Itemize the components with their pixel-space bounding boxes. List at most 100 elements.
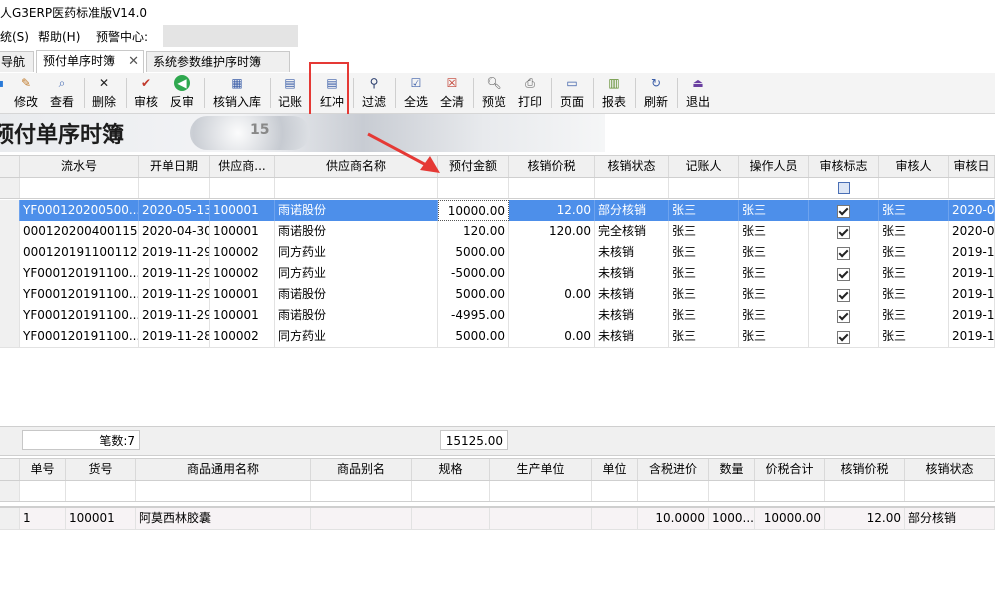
filter-checkbox-icon[interactable] xyxy=(837,182,850,194)
cell-approve-flag[interactable]: ✓ xyxy=(809,326,879,347)
print-button[interactable]: ⎙ 打印 xyxy=(515,75,545,111)
col-alias[interactable]: 商品别名 xyxy=(311,459,412,480)
filter-cell[interactable] xyxy=(66,481,136,501)
col-quantity[interactable]: 数量 xyxy=(709,459,755,480)
approved-checkbox[interactable]: ✓ xyxy=(837,226,850,239)
col-writeoff-status[interactable]: 核销状态 xyxy=(595,156,669,177)
filter-cell[interactable] xyxy=(825,481,905,501)
approve-button[interactable]: ✔ 审核 xyxy=(131,75,161,111)
filter-cell[interactable] xyxy=(20,178,139,198)
col-unit[interactable]: 单位 xyxy=(592,459,638,480)
row-indicator[interactable] xyxy=(0,284,20,305)
approved-checkbox[interactable]: ✓ xyxy=(837,205,850,218)
menu-alert-center[interactable]: 预警中心: xyxy=(96,28,148,45)
col-approve-date[interactable]: 审核日 xyxy=(949,156,995,177)
approved-checkbox[interactable]: ✓ xyxy=(837,247,850,260)
row-indicator[interactable] xyxy=(0,305,20,326)
table-row[interactable]: YF000120191100... 2019-11-29 100002 同方药业 -50… xyxy=(0,263,995,285)
tab-prepay-journal[interactable]: 预付单序时簿 ✕ xyxy=(36,50,144,73)
cell-approve-flag[interactable]: ✓ xyxy=(809,305,879,326)
filter-cell[interactable] xyxy=(20,481,66,501)
filter-button[interactable]: ⚲ 过滤 xyxy=(359,75,389,111)
filter-cell[interactable] xyxy=(139,178,210,198)
cell-approve-flag[interactable]: ✓ xyxy=(809,200,879,221)
menu-system[interactable]: 统(S) xyxy=(0,28,29,45)
report-button[interactable]: ▥ 报表 xyxy=(599,75,629,111)
table-row[interactable]: 000120200400115 2020-04-30 100001 雨诺股份 120.0… xyxy=(0,221,995,243)
writeoff-inbound-button[interactable]: ▦ 核销入库 xyxy=(209,75,265,111)
table-row[interactable]: YF000120191100... 2019-11-29 100001 雨诺股份 -49… xyxy=(0,305,995,327)
filter-cell[interactable] xyxy=(210,178,275,198)
row-indicator[interactable] xyxy=(0,326,20,347)
unapprove-button[interactable]: ◀ 反审 xyxy=(167,75,197,111)
filter-cell[interactable] xyxy=(739,178,809,198)
edit-button[interactable]: ✎ 修改 xyxy=(12,75,40,111)
col-serial-no[interactable]: 流水号 xyxy=(20,156,139,177)
cell-approve-flag[interactable]: ✓ xyxy=(809,263,879,284)
filter-cell[interactable] xyxy=(905,481,995,501)
filter-cell[interactable] xyxy=(275,178,438,198)
filter-cell[interactable] xyxy=(709,481,755,501)
filter-cell[interactable] xyxy=(509,178,595,198)
refresh-button[interactable]: ↻ 刷新 xyxy=(641,75,671,111)
select-all-button[interactable]: ☑ 全选 xyxy=(401,75,431,111)
col-approver[interactable]: 审核人 xyxy=(879,156,949,177)
row-indicator[interactable] xyxy=(0,200,20,221)
filter-cell[interactable] xyxy=(592,481,638,501)
col-generic-name[interactable]: 商品通用名称 xyxy=(136,459,311,480)
alert-center-field[interactable] xyxy=(163,25,298,47)
page-setup-button[interactable]: ▭ 页面 xyxy=(557,75,587,111)
col-unit-price[interactable]: 含税进价 xyxy=(638,459,709,480)
new-button[interactable]: ▪ xyxy=(0,75,4,111)
menu-help[interactable]: 帮助(H) xyxy=(38,28,80,45)
col-operator[interactable]: 操作人员 xyxy=(739,156,809,177)
filter-cell[interactable] xyxy=(490,481,592,501)
table-row[interactable]: YF000120191100... 2019-11-29 100001 雨诺股份 500… xyxy=(0,284,995,306)
col-item-no[interactable]: 货号 xyxy=(66,459,136,480)
col-manufacturer[interactable]: 生产单位 xyxy=(490,459,592,480)
col-supplier-name[interactable]: 供应商名称 xyxy=(275,156,438,177)
filter-cell[interactable] xyxy=(669,178,739,198)
filter-cell[interactable] xyxy=(755,481,825,501)
col-approve-flag[interactable]: 审核标志 xyxy=(809,156,879,177)
col-supplier-code[interactable]: 供应商... xyxy=(210,156,275,177)
row-indicator[interactable] xyxy=(0,242,20,263)
table-row[interactable]: YF000120200500... 2020-05-13 100001 雨诺股份 100… xyxy=(0,200,995,222)
filter-cell[interactable] xyxy=(311,481,412,501)
filter-cell[interactable] xyxy=(136,481,311,501)
filter-cell[interactable] xyxy=(412,481,490,501)
row-indicator[interactable] xyxy=(0,263,20,284)
col-bookkeeper[interactable]: 记账人 xyxy=(669,156,739,177)
col-prepay-amount[interactable]: 预付金额 xyxy=(438,156,509,177)
table-row[interactable]: YF000120191100... 2019-11-28 100002 同方药业 500… xyxy=(0,326,995,348)
approved-checkbox[interactable]: ✓ xyxy=(837,310,850,323)
col-line-no[interactable]: 单号 xyxy=(20,459,66,480)
cell-approve-flag[interactable]: ✓ xyxy=(809,242,879,263)
close-icon[interactable]: ✕ xyxy=(128,51,139,72)
col-spec[interactable]: 规格 xyxy=(412,459,490,480)
cell-approve-flag[interactable]: ✓ xyxy=(809,284,879,305)
exit-button[interactable]: ⏏ 退出 xyxy=(683,75,713,111)
col-writeoff-status[interactable]: 核销状态 xyxy=(905,459,995,480)
tab-system-params[interactable]: 系统参数维护序时簿 xyxy=(146,51,290,72)
detail-row[interactable]: 1 100001 阿莫西林胶囊 10.0000 1000... 10000.00… xyxy=(0,506,995,530)
row-indicator[interactable] xyxy=(0,221,20,242)
approved-checkbox[interactable]: ✓ xyxy=(837,289,850,302)
ledger-button[interactable]: ▤ 记账 xyxy=(275,75,305,111)
filter-cell[interactable] xyxy=(438,178,509,198)
delete-button[interactable]: ✕ 删除 xyxy=(89,75,119,111)
filter-cell[interactable] xyxy=(879,178,949,198)
filter-cell[interactable] xyxy=(638,481,709,501)
col-amount[interactable]: 价税合计 xyxy=(755,459,825,480)
col-order-date[interactable]: 开单日期 xyxy=(139,156,210,177)
filter-cell[interactable] xyxy=(809,178,879,198)
approved-checkbox[interactable]: ✓ xyxy=(837,331,850,344)
clear-all-button[interactable]: ☒ 全清 xyxy=(437,75,467,111)
filter-cell[interactable] xyxy=(949,178,995,198)
col-writeoff-tax[interactable]: 核销价税 xyxy=(825,459,905,480)
view-button[interactable]: ⌕ 查看 xyxy=(47,75,77,111)
cell-approve-flag[interactable]: ✓ xyxy=(809,221,879,242)
approved-checkbox[interactable]: ✓ xyxy=(837,268,850,281)
col-writeoff-tax[interactable]: 核销价税 xyxy=(509,156,595,177)
table-row[interactable]: 000120191100112 2019-11-29 100002 同方药业 5000.… xyxy=(0,242,995,264)
